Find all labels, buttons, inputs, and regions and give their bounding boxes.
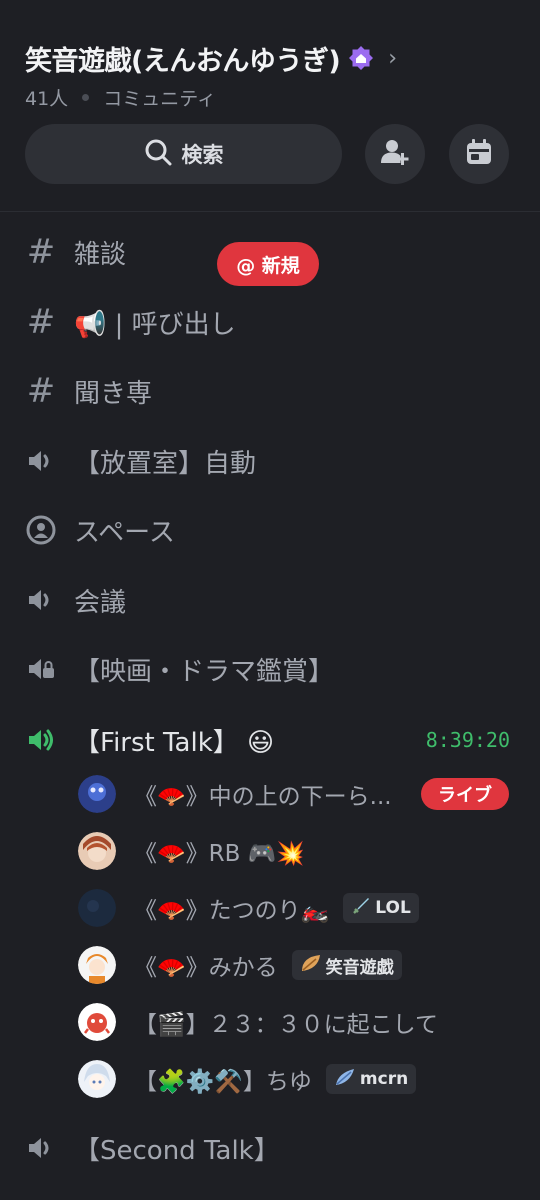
- invite-button[interactable]: [365, 124, 425, 184]
- server-tag-label: LOL: [375, 898, 411, 918]
- server-tag-label: 笑音遊戯: [325, 957, 394, 978]
- voice-member[interactable]: 《🪭》RB 🎮💥: [0, 827, 540, 875]
- channel-name: 聞き専: [74, 378, 153, 409]
- live-label: ライブ: [438, 785, 492, 806]
- voice-member[interactable]: 【🎬】２３：３０に起こして: [0, 998, 540, 1046]
- search-button[interactable]: 検索: [25, 124, 342, 184]
- member-name: 《🪭》みかる 笑音遊戯: [134, 948, 402, 982]
- hash-icon: #: [26, 232, 56, 272]
- channel-name: 📢 | 呼び出し: [74, 309, 236, 340]
- channel-name: スペース: [74, 517, 175, 548]
- voice-member[interactable]: 《🪭》たつのり🏍️ LOL: [0, 884, 540, 932]
- voice-member[interactable]: 《🪭》みかる 笑音遊戯: [0, 941, 540, 989]
- server-header: 笑音遊戯(えんおんゆうぎ) › 41人 コミュニティ 検索: [0, 0, 540, 212]
- stage-icon: [25, 514, 57, 546]
- voice-member[interactable]: 【🧩⚙️⚒️】ちゆ mcrn: [0, 1055, 540, 1103]
- server-title-row[interactable]: 笑音遊戯(えんおんゆうぎ) ›: [25, 38, 397, 78]
- chevron-right-icon: ›: [388, 45, 397, 71]
- server-subtitle: 41人 コミュニティ: [25, 84, 216, 111]
- channel-name: 雑談: [74, 239, 127, 270]
- member-name-text: 【🧩⚙️⚒️】ちゆ: [134, 1069, 312, 1095]
- member-name: 【🎬】２３：３０に起こして: [134, 1012, 438, 1038]
- member-name: 《🪭》RB 🎮💥: [134, 841, 305, 867]
- search-icon: [144, 138, 172, 171]
- channel-listen-only[interactable]: # 聞き専: [0, 363, 540, 419]
- voice-member[interactable]: 《🪭》中の上の下ーら... ライブ: [0, 770, 540, 818]
- community-home-icon: [348, 45, 374, 71]
- add-member-icon: [380, 137, 410, 171]
- hash-icon: #: [26, 371, 56, 411]
- member-name: 《🪭》たつのり🏍️ LOL: [134, 891, 419, 925]
- avatar: [78, 1003, 116, 1041]
- channel-movie[interactable]: 【映画・ドラマ鑑賞】: [0, 641, 540, 697]
- sword-icon: [351, 896, 371, 921]
- channel-name: 【First Talk】 😃: [74, 727, 275, 758]
- speaker-icon: [25, 1132, 57, 1164]
- server-tag[interactable]: 笑音遊戯: [291, 950, 402, 980]
- channel-afk[interactable]: 【放置室】自動: [0, 433, 540, 489]
- new-mentions-badge[interactable]: @ 新規: [217, 242, 319, 286]
- search-label: 検索: [181, 143, 224, 167]
- member-name-text: 《🪭》みかる: [134, 955, 278, 981]
- server-name[interactable]: 笑音遊戯(えんおんゆうぎ): [25, 39, 341, 78]
- new-badge-label: @ 新規: [236, 254, 300, 277]
- server-tag[interactable]: mcrn: [325, 1064, 417, 1094]
- live-badge[interactable]: ライブ: [421, 778, 509, 810]
- channel-meeting[interactable]: 会議: [0, 572, 540, 628]
- channel-name: 【Second Talk】: [74, 1135, 280, 1166]
- channel-name: 会議: [74, 587, 127, 618]
- channel-name: 【放置室】自動: [74, 448, 257, 479]
- avatar: [78, 889, 116, 927]
- member-name-text: 《🪭》たつのり🏍️: [134, 898, 330, 924]
- server-tag[interactable]: LOL: [343, 893, 419, 923]
- channel-name: 【映画・ドラマ鑑賞】: [74, 656, 335, 687]
- events-button[interactable]: [449, 124, 509, 184]
- voice-timer: 8:39:20: [425, 728, 510, 752]
- speaker-icon: [25, 445, 57, 477]
- member-count: 41人: [25, 88, 69, 110]
- avatar: [78, 775, 116, 813]
- separator-dot: [82, 94, 90, 101]
- hash-icon: #: [26, 302, 56, 342]
- speaker-active-icon: [25, 724, 57, 756]
- calendar-icon: [465, 138, 493, 170]
- avatar: [78, 946, 116, 984]
- channel-second-talk[interactable]: 【Second Talk】: [0, 1120, 540, 1176]
- leaf-icon: [300, 953, 322, 978]
- feather-icon: [334, 1067, 356, 1092]
- speaker-icon: [25, 584, 57, 616]
- server-type: コミュニティ: [103, 88, 217, 110]
- channel-first-talk[interactable]: 【First Talk】 😃 8:39:20: [0, 712, 540, 768]
- speaker-lock-icon: [25, 653, 57, 685]
- avatar: [78, 832, 116, 870]
- channel-stage[interactable]: スペース: [0, 502, 540, 558]
- member-name: 《🪭》中の上の下ーら...: [134, 784, 392, 810]
- channel-call[interactable]: # 📢 | 呼び出し: [0, 294, 540, 350]
- member-name: 【🧩⚙️⚒️】ちゆ mcrn: [134, 1062, 417, 1096]
- server-tag-label: mcrn: [359, 1069, 409, 1089]
- avatar: [78, 1060, 116, 1098]
